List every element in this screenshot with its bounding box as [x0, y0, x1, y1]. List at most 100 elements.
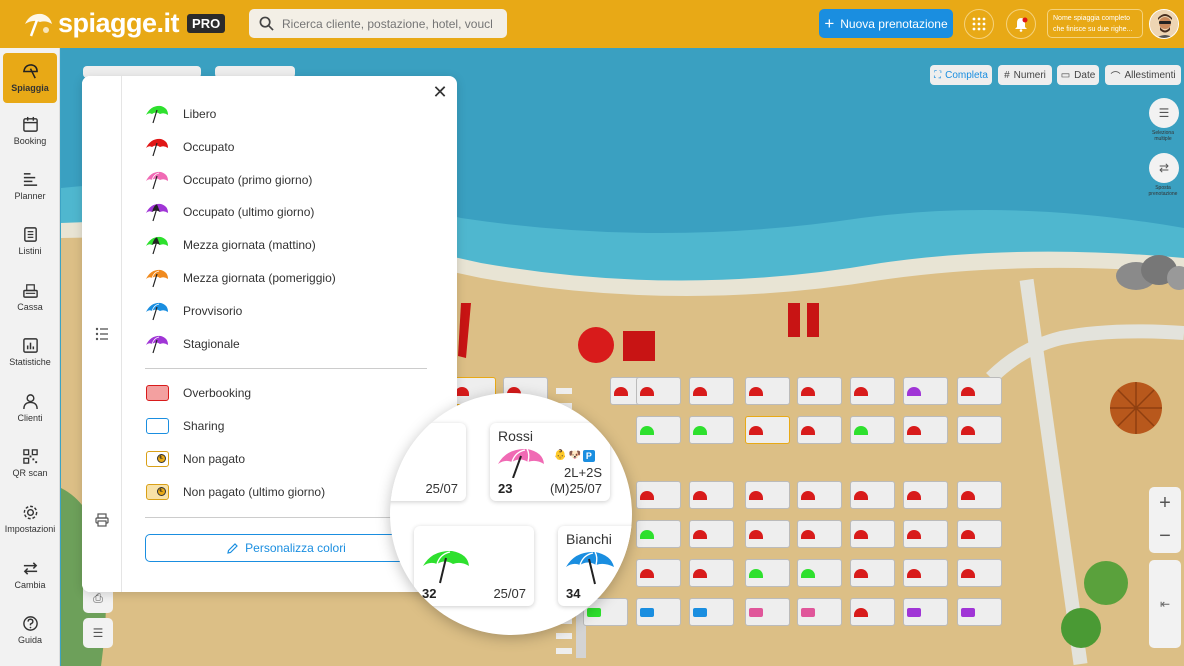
collapse-panel-button[interactable]: ⇤ [1149, 560, 1181, 648]
apps-grid-button[interactable] [964, 9, 994, 39]
move-booking-button[interactable]: ⇄ [1149, 153, 1179, 183]
beach-cell[interactable] [957, 520, 1002, 548]
legend-toggle-bg[interactable]: ☰ [83, 618, 113, 648]
beach-cell[interactable] [903, 377, 948, 405]
logo-text: spiagge.it [58, 8, 180, 38]
mag-card-left[interactable]: 25/07 [390, 423, 466, 501]
beach-cell[interactable] [850, 377, 895, 405]
beach-cell[interactable] [850, 416, 895, 444]
view-equipment-label: Allestimenti [1124, 69, 1176, 81]
hash-icon: # [1004, 69, 1010, 81]
sidebar-item-label: Planner [14, 191, 46, 201]
swap-icon [23, 562, 37, 575]
legend-label: Occupato (ultimo giorno) [183, 205, 315, 219]
new-booking-label: Nuova prenotazione [840, 16, 948, 31]
beach-cell[interactable] [797, 559, 842, 587]
new-booking-button[interactable]: + Nuova prenotazione [819, 9, 953, 38]
legend-label: Non pagato [183, 452, 246, 466]
beach-cell[interactable] [797, 598, 842, 626]
print-icon[interactable] [92, 510, 112, 530]
mag-card-date: 25/07 [493, 586, 526, 601]
beach-cell[interactable] [903, 520, 948, 548]
customize-colors-label: Personalizza colori [245, 541, 346, 555]
beach-cell[interactable] [636, 416, 681, 444]
beach-cell[interactable] [636, 520, 681, 548]
beach-cell[interactable] [903, 559, 948, 587]
view-complete-button[interactable]: ⛶ Completa [930, 65, 992, 85]
sidebar-item-statistiche[interactable]: Statistiche [0, 327, 60, 377]
legend-item-occupato-primo: Occupato (primo giorno) [145, 169, 312, 191]
beach-cell[interactable] [957, 598, 1002, 626]
mag-card-rossi[interactable]: Rossi 👶 🐶 P 2L+2S 23 (M)25/07 [490, 423, 610, 501]
legend-list-icon[interactable] [92, 324, 112, 344]
sidebar: Spiaggia Booking Planner Listini Cassa S… [0, 48, 60, 666]
umbrella-icon [22, 64, 38, 79]
beach-cell[interactable] [689, 598, 734, 626]
sidebar-item-booking[interactable]: Booking [0, 106, 60, 156]
sidebar-item-cambia[interactable]: Cambia [0, 550, 60, 600]
sidebar-item-cassa[interactable]: Cassa [0, 272, 60, 322]
beach-selector[interactable]: Nome spiaggia completo che finisce su du… [1047, 9, 1143, 38]
beach-cell[interactable] [797, 377, 842, 405]
user-avatar[interactable] [1149, 9, 1179, 39]
legend-item-mezza-pomeriggio: Mezza giornata (pomeriggio) [145, 267, 336, 289]
beach-cell[interactable] [636, 559, 681, 587]
beach-cell[interactable] [903, 481, 948, 509]
legend-divider [145, 368, 427, 369]
beach-cell[interactable] [689, 377, 734, 405]
beach-cell[interactable] [745, 598, 790, 626]
customize-colors-button[interactable]: Personalizza colori [145, 534, 427, 562]
beach-cell[interactable] [636, 377, 681, 405]
beach-cell[interactable] [745, 377, 790, 405]
beach-cell[interactable] [689, 481, 734, 509]
zoom-in-button[interactable]: + [1149, 487, 1181, 520]
search-input[interactable] [282, 16, 492, 31]
beach-cell[interactable] [636, 481, 681, 509]
sidebar-item-spiaggia[interactable]: Spiaggia [3, 53, 57, 103]
beach-cell[interactable] [745, 520, 790, 548]
notifications-button[interactable] [1006, 9, 1036, 39]
beach-cell[interactable] [636, 598, 681, 626]
beach-cell[interactable] [850, 481, 895, 509]
beach-cell[interactable] [850, 520, 895, 548]
beach-cell[interactable] [850, 598, 895, 626]
beach-cell[interactable] [689, 520, 734, 548]
beach-cell[interactable] [903, 598, 948, 626]
beach-cell[interactable] [745, 481, 790, 509]
search-bar[interactable] [249, 9, 507, 38]
view-date-button[interactable]: ▭ Date [1057, 65, 1099, 85]
sidebar-item-clienti[interactable]: Clienti [0, 383, 60, 433]
sidebar-item-label: Cambia [14, 580, 46, 590]
beach-cell[interactable] [850, 559, 895, 587]
sidebar-item-impostazioni[interactable]: Impostazioni [0, 494, 60, 544]
sidebar-item-planner[interactable]: Planner [0, 161, 60, 211]
sidebar-item-qr-scan[interactable]: QR scan [0, 438, 60, 488]
mag-card-32[interactable]: 32 25/07 [414, 526, 534, 606]
pro-badge: PRO [187, 14, 226, 33]
beach-cell[interactable] [745, 559, 790, 587]
beach-cell[interactable] [903, 416, 948, 444]
logo[interactable]: spiagge.it PRO [22, 8, 226, 39]
sidebar-item-guida[interactable]: Guida [0, 605, 60, 655]
view-numbers-button[interactable]: # Numeri [998, 65, 1052, 85]
mag-card-bianchi[interactable]: Bianchi 34 [558, 526, 632, 606]
sidebar-item-listini[interactable]: Listini [0, 216, 60, 266]
beach-cell[interactable] [797, 481, 842, 509]
beach-cell[interactable] [797, 520, 842, 548]
beach-cell[interactable] [957, 416, 1002, 444]
beach-cell[interactable] [957, 481, 1002, 509]
beach-cell[interactable] [957, 559, 1002, 587]
view-equipment-button[interactable]: ⌒ Allestimenti [1105, 65, 1181, 85]
multi-select-button[interactable]: ☰ [1149, 98, 1179, 128]
beach-cell[interactable] [745, 416, 790, 444]
zoom-out-button[interactable]: − [1149, 520, 1181, 553]
beach-cell[interactable] [689, 559, 734, 587]
beach-cell[interactable] [689, 416, 734, 444]
beach-cell[interactable] [957, 377, 1002, 405]
legend-item-occupato-ultimo: Occupato (ultimo giorno) [145, 201, 314, 223]
beach-cell[interactable] [797, 416, 842, 444]
sidebar-item-label: Booking [13, 136, 47, 146]
unpaid-last-day-box-icon: € [145, 482, 169, 502]
legend-item-non-pagato: € Non pagato [145, 448, 245, 470]
close-icon[interactable]: ✕ [432, 83, 448, 101]
